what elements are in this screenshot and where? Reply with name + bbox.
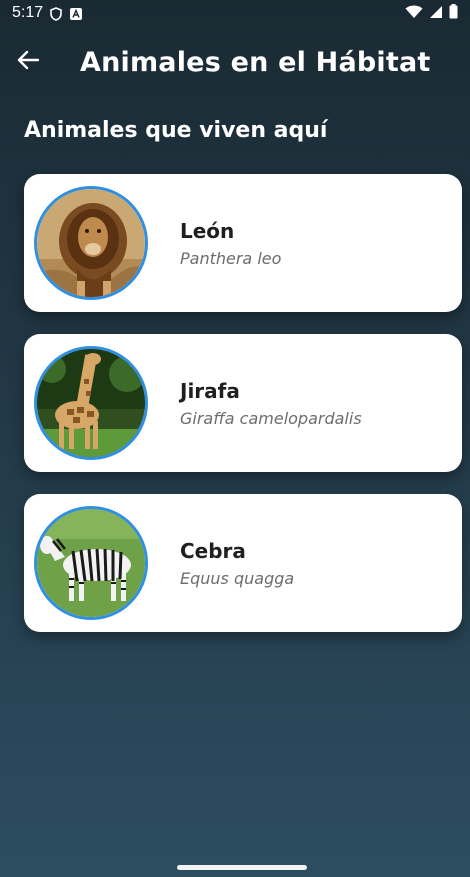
animal-card-text: Jirafa Giraffa camelopardalis xyxy=(180,379,362,428)
lion-image xyxy=(34,186,148,300)
animal-card-giraffe[interactable]: Jirafa Giraffa camelopardalis xyxy=(24,334,462,472)
status-bar: 5:17 xyxy=(0,0,470,26)
section-title: Animales que viven aquí xyxy=(24,118,328,143)
app-bar: Animales en el Hábitat xyxy=(0,36,470,88)
animal-scientific-name: Panthera leo xyxy=(180,248,282,268)
arrow-left-icon xyxy=(17,50,40,74)
status-bar-left: 5:17 xyxy=(12,4,83,22)
animal-scientific-name: Equus quagga xyxy=(180,568,295,588)
animal-card-text: Cebra Equus quagga xyxy=(180,539,294,588)
status-bar-right xyxy=(405,3,458,23)
signal-icon xyxy=(429,4,443,23)
giraffe-image xyxy=(34,346,148,460)
wifi-icon xyxy=(405,4,423,23)
animal-scientific-name: Giraffa camelopardalis xyxy=(180,408,362,428)
animal-name: Jirafa xyxy=(180,378,240,403)
animal-card-zebra[interactable]: Cebra Equus quagga xyxy=(24,494,462,632)
page-title: Animales en el Hábitat xyxy=(80,46,431,78)
battery-icon xyxy=(449,3,458,23)
back-button[interactable] xyxy=(0,36,56,88)
home-indicator[interactable] xyxy=(177,865,307,870)
animal-card-text: León Panthera leo xyxy=(180,219,281,268)
animal-list: León Panthera leo Jirafa Giraffa camelop… xyxy=(24,174,462,654)
app-notification-icon xyxy=(69,6,83,20)
animal-card-lion[interactable]: León Panthera leo xyxy=(24,174,462,312)
zebra-image xyxy=(34,506,148,620)
animal-name: Cebra xyxy=(180,538,246,563)
animal-name: León xyxy=(180,218,235,243)
status-time: 5:17 xyxy=(12,4,44,21)
shield-icon xyxy=(49,6,63,21)
